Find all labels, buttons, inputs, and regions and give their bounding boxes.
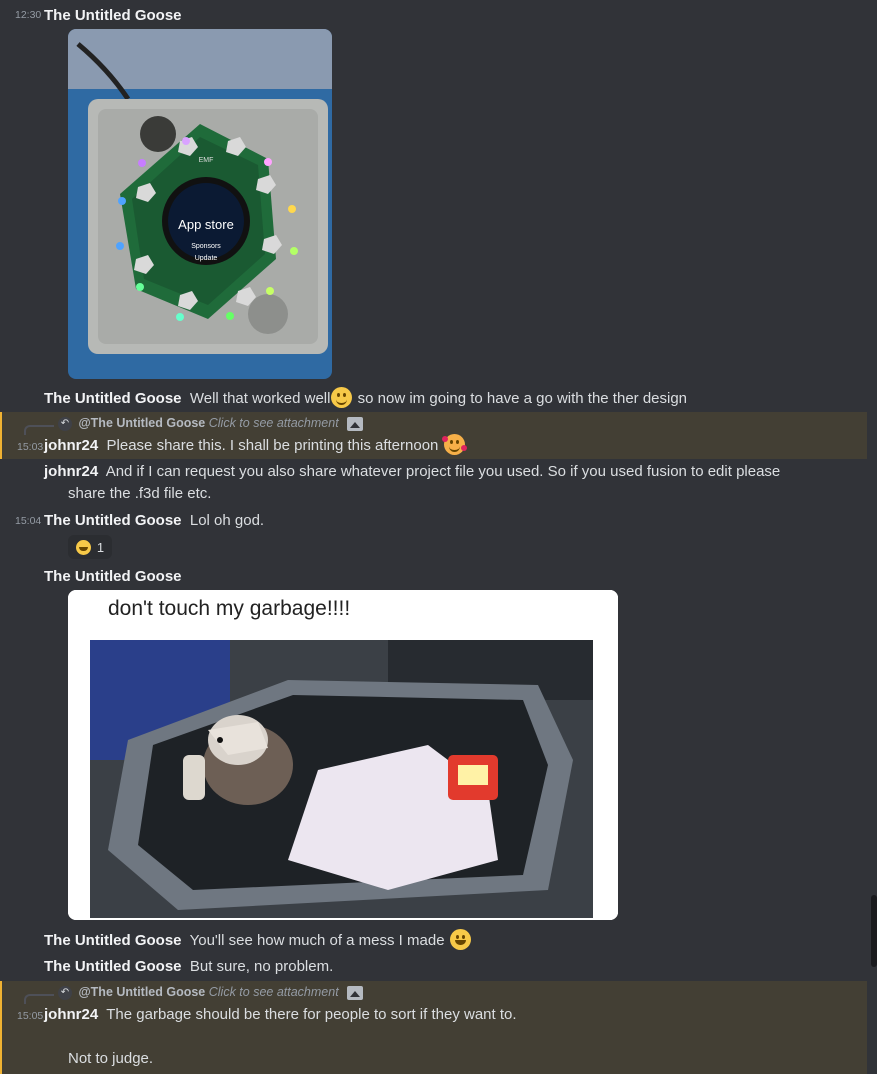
author-name[interactable]: The Untitled Goose [44,568,182,585]
message-text: But sure, no problem. [189,958,334,975]
image-icon [347,985,364,1000]
message-text-continued: share the .f3d file etc. [68,485,212,502]
smiling-face-with-hearts-emoji-icon [441,434,467,456]
reply-author[interactable]: @The Untitled Goose [78,416,205,430]
reply-preview[interactable]: ↶ @The Untitled Goose Click to see attac… [58,985,364,1000]
message-row: johnr24 Please share this. I shall be pr… [44,434,467,456]
message-row: The Untitled Goose You'll see how much o… [44,929,472,951]
reply-arrow-icon: ↶ [58,985,72,1000]
message-text: Well that worked well [189,390,331,407]
reply-author[interactable]: @The Untitled Goose [78,985,205,999]
reply-arrow-icon: ↶ [58,416,72,431]
reaction-count: 1 [96,539,105,555]
scrollbar-thumb[interactable] [871,895,877,967]
author-name[interactable]: The Untitled Goose [44,958,182,975]
meme-image: don't touch my garbage!!!! [68,590,618,920]
grin-emoji-icon [75,539,91,555]
message-text: The garbage should be there for people t… [106,1006,517,1023]
message-text: You'll see how much of a mess I made [189,932,445,949]
author-name[interactable]: johnr24 [44,463,98,480]
message-row: johnr24 The garbage should be there for … [44,1006,517,1023]
message-highlighted-mention: ↶ @The Untitled Goose Click to see attac… [0,412,867,459]
message-row: The Untitled Goose Well that worked well… [44,387,688,409]
image-attachment-badge-device[interactable]: App store Sponsors Update EMF [68,29,332,379]
message-text: Please share this. I shall be printing t… [106,437,439,454]
message-text: so now im going to have a go with the th… [357,390,688,407]
author-name[interactable]: The Untitled Goose [44,390,182,407]
message-row: The Untitled Goose But sure, no problem. [44,958,333,975]
screen-menu-sponsors: Sponsors [191,243,221,250]
reaction-pill[interactable]: 1 [68,535,112,559]
author-name[interactable]: johnr24 [44,1006,98,1023]
timestamp: 15:05 [17,1010,44,1022]
image-attachment-meme[interactable]: don't touch my garbage!!!! [68,590,618,920]
author-name[interactable]: johnr24 [44,437,98,454]
screen-menu-update: Update [195,255,218,262]
board-logo: EMF [199,157,214,164]
reply-preview[interactable]: ↶ @The Untitled Goose Click to see attac… [58,416,364,431]
author-name[interactable]: The Untitled Goose [44,7,182,24]
author-name[interactable]: The Untitled Goose [44,932,182,949]
image-icon [347,416,364,431]
reply-hint[interactable]: Click to see attachment [209,985,339,999]
message-highlighted-mention: ↶ @The Untitled Goose Click to see attac… [0,981,867,1074]
message-text: Lol oh god. [189,512,265,529]
message-text: And if I can request you also share what… [105,463,781,480]
screen-title: App store [178,217,234,232]
grin-emoji-icon [449,929,471,951]
meme-caption: don't touch my garbage!!!! [108,597,350,620]
slight-smile-emoji-icon [331,387,353,409]
timestamp: 15:03 [17,441,44,453]
timestamp: 12:30 [15,9,42,21]
message-row: The Untitled Goose Lol oh god. [44,512,264,529]
timestamp: 15:04 [15,515,42,527]
reply-hint[interactable]: Click to see attachment [209,416,339,430]
message-text-continued: Not to judge. [68,1050,154,1067]
author-name[interactable]: The Untitled Goose [44,512,182,529]
reply-spine [24,425,54,435]
badge-photo: App store Sponsors Update EMF [68,29,332,379]
message-row: johnr24 And if I can request you also sh… [44,463,780,480]
reply-spine [24,994,54,1004]
